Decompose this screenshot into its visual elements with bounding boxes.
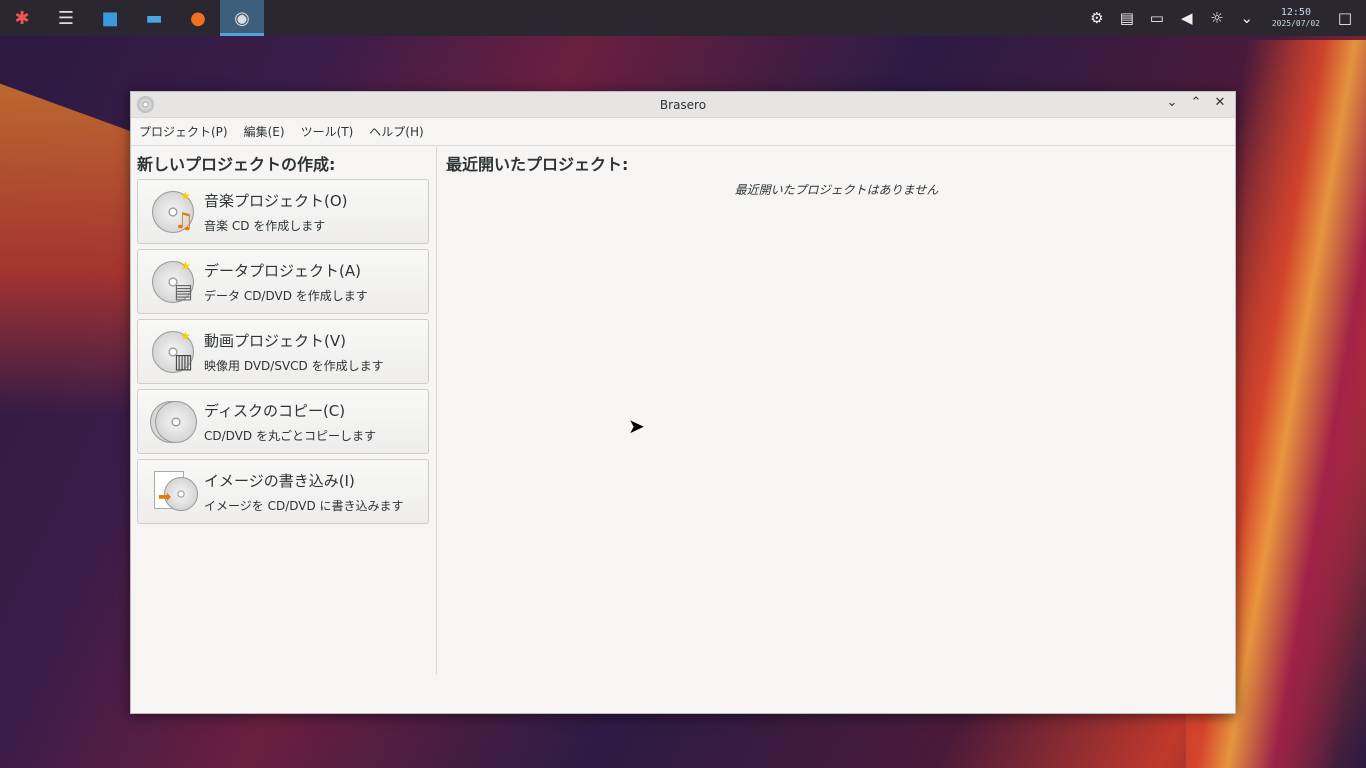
chevron-down-icon[interactable]: ⌄ — [1232, 9, 1262, 27]
image-burn-icon: ➡ — [152, 469, 198, 515]
menu-tools[interactable]: ツール(T) — [301, 123, 354, 140]
title-bar[interactable]: Brasero ⌄ ⌃ ✕ — [131, 92, 1235, 118]
recent-projects-empty: 最近開いたプロジェクトはありません — [734, 183, 939, 197]
clock[interactable]: 12:50 2025/07/02 — [1272, 7, 1320, 29]
network-icon[interactable]: ⚙ — [1082, 9, 1112, 27]
disc-copy-button[interactable]: ディスクのコピー(C) CD/DVD を丸ごとコピーします — [137, 389, 429, 454]
settings-icon[interactable]: ☰ — [44, 0, 88, 36]
volume-icon[interactable]: ◀ — [1172, 9, 1202, 27]
music-project-icon: ★ ♫ — [152, 189, 198, 235]
window-title: Brasero — [659, 97, 707, 112]
brightness-icon[interactable]: ☼ — [1202, 9, 1232, 27]
minimize-icon[interactable]: ⌄ — [1163, 95, 1181, 110]
clock-date: 2025/07/02 — [1271, 19, 1320, 28]
display-icon[interactable]: ▭ — [1142, 9, 1172, 27]
close-icon[interactable]: ✕ — [1211, 95, 1229, 110]
clock-time: 12:50 — [1280, 7, 1311, 18]
project-desc: データ CD/DVD を作成します — [204, 288, 368, 303]
show-desktop-icon[interactable]: □ — [1330, 9, 1360, 27]
project-title: 音楽プロジェクト(O) — [204, 191, 348, 210]
data-project-icon: ★ ▤ — [152, 259, 198, 305]
project-title: 動画プロジェクト(V) — [204, 331, 346, 350]
project-title: ディスクのコピー(C) — [204, 401, 346, 420]
new-project-header: 新しいプロジェクトの作成: — [137, 155, 336, 174]
project-desc: イメージを CD/DVD に書き込みます — [204, 498, 404, 513]
new-project-pane: 新しいプロジェクトの作成: ★ ♫ 音楽プロジェクト(O) 音楽 CD を作成します… — [131, 147, 437, 674]
brasero-icon[interactable]: ◉ — [220, 0, 264, 36]
launcher-icon[interactable]: ✱ — [0, 0, 44, 36]
recent-projects-header: 最近開いたプロジェクト: — [446, 155, 629, 174]
store-icon[interactable]: ■ — [88, 0, 132, 36]
brasero-window: Brasero ⌄ ⌃ ✕ プロジェクト(P) 編集(E) ツール(T) ヘルプ… — [130, 91, 1236, 714]
project-title: データプロジェクト(A) — [204, 261, 361, 280]
image-burn-button[interactable]: ➡ イメージの書き込み(I) イメージを CD/DVD に書き込みます — [137, 459, 429, 524]
disc-copy-icon — [150, 399, 198, 445]
menu-project[interactable]: プロジェクト(P) — [139, 123, 228, 140]
clipboard-icon[interactable]: ▤ — [1112, 9, 1142, 27]
project-desc: CD/DVD を丸ごとコピーします — [204, 428, 376, 443]
maximize-icon[interactable]: ⌃ — [1187, 95, 1205, 110]
data-project-button[interactable]: ★ ▤ データプロジェクト(A) データ CD/DVD を作成します — [137, 249, 429, 314]
video-project-icon: ★ ▥ — [152, 329, 198, 375]
music-project-button[interactable]: ★ ♫ 音楽プロジェクト(O) 音楽 CD を作成します — [137, 179, 429, 244]
menu-help[interactable]: ヘルプ(H) — [369, 123, 423, 140]
system-tray: ⚙ ▤ ▭ ◀ ☼ ⌄ 12:50 2025/07/02 □ — [1082, 0, 1366, 36]
firefox-icon[interactable]: ● — [176, 0, 220, 36]
recent-projects-pane: 最近開いたプロジェクト: 最近開いたプロジェクトはありません — [438, 147, 1235, 713]
brasero-app-icon — [137, 96, 154, 113]
project-desc: 映像用 DVD/SVCD を作成します — [204, 358, 384, 373]
menu-edit[interactable]: 編集(E) — [244, 123, 285, 140]
files-icon[interactable]: ▬ — [132, 0, 176, 36]
menu-bar: プロジェクト(P) 編集(E) ツール(T) ヘルプ(H) — [131, 118, 1235, 146]
video-project-button[interactable]: ★ ▥ 動画プロジェクト(V) 映像用 DVD/SVCD を作成します — [137, 319, 429, 384]
project-desc: 音楽 CD を作成します — [204, 218, 326, 233]
taskbar: ✱ ☰ ■ ▬ ● ◉ ⚙ ▤ ▭ ◀ ☼ ⌄ 12:50 2025/07/02… — [0, 0, 1366, 36]
project-title: イメージの書き込み(I) — [204, 471, 355, 490]
